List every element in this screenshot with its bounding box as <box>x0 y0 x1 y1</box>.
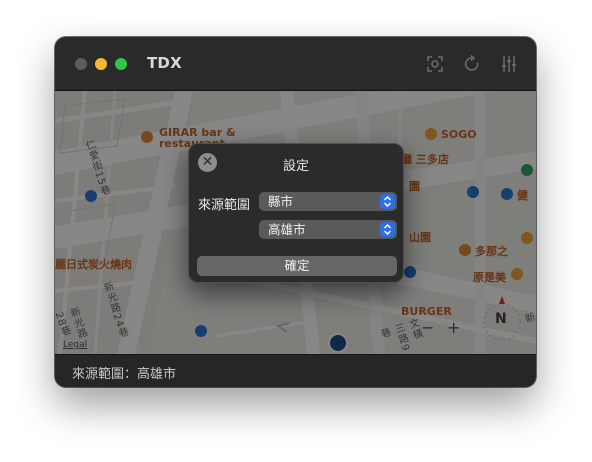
status-text: 來源範圍：高雄市 <box>72 367 177 382</box>
settings-dialog: ✕ 設定 來源範圍 縣市 高雄市 確定 <box>188 143 404 283</box>
city-value: 高雄市 <box>268 222 306 237</box>
sliders-icon[interactable] <box>498 53 520 75</box>
screenshot-icon[interactable] <box>424 53 446 75</box>
app-title: TDX <box>147 54 182 72</box>
chevron-updown-icon <box>380 194 395 209</box>
chevron-updown-icon <box>380 222 395 237</box>
title-bar: TDX <box>55 37 536 91</box>
minimize-window-button[interactable] <box>95 58 107 70</box>
maximize-window-button[interactable] <box>115 58 127 70</box>
close-window-button[interactable] <box>75 58 87 70</box>
confirm-button[interactable]: 確定 <box>197 256 397 276</box>
source-type-value: 縣市 <box>268 194 294 209</box>
source-range-label: 來源範圍 <box>198 198 251 213</box>
source-type-select[interactable]: 縣市 <box>259 192 397 211</box>
status-bar: 來源範圍：高雄市 <box>55 354 536 387</box>
app-window: TDX GIRAR bar & SOGO 三多店 園 山園 多那之 原是美 麗日… <box>55 37 536 387</box>
dialog-title: 設定 <box>282 159 309 174</box>
city-select[interactable]: 高雄市 <box>259 220 397 239</box>
refresh-icon[interactable] <box>461 53 483 75</box>
